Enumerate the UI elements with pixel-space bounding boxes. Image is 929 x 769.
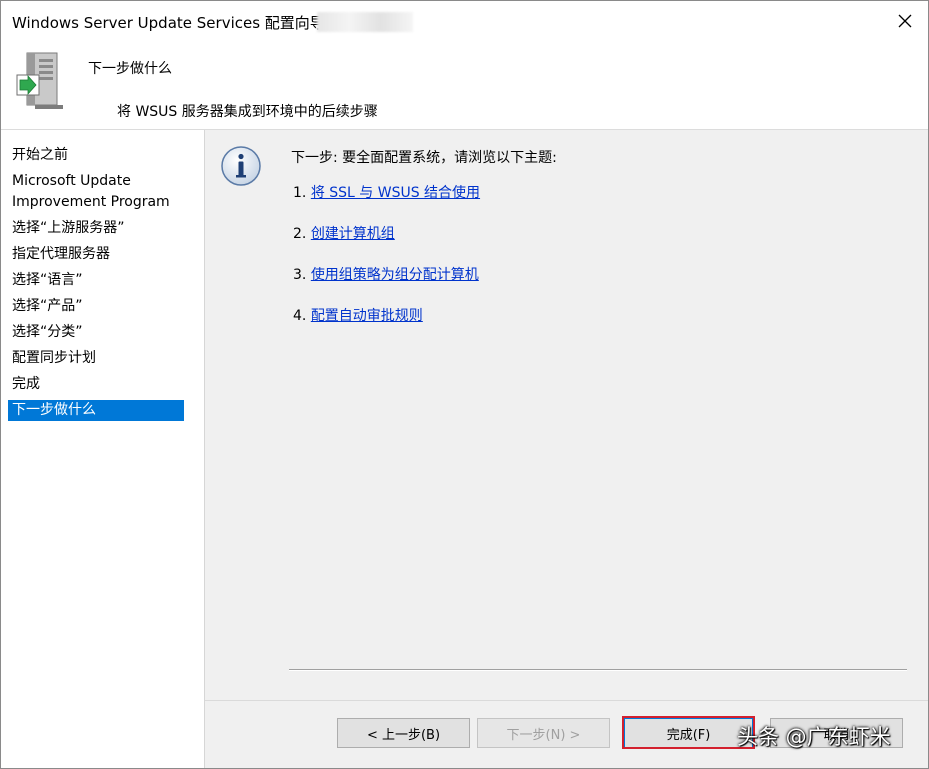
sidebar-item-whats-next[interactable]: 下一步做什么	[8, 400, 184, 421]
sidebar-item-finished[interactable]: 完成	[8, 374, 184, 395]
sidebar-item-upstream-server[interactable]: 选择“上游服务器”	[8, 218, 184, 239]
sidebar-item-products[interactable]: 选择“产品”	[8, 296, 184, 317]
sidebar-item-languages[interactable]: 选择“语言”	[8, 270, 184, 291]
header-subtitle: 将 WSUS 服务器集成到环境中的后续步骤	[117, 104, 378, 120]
step-1: 1. 将 SSL 与 WSUS 结合使用	[293, 182, 480, 202]
finish-highlight-box	[622, 716, 755, 749]
sidebar-item-improvement-program[interactable]: Microsoft Update Improvement Program	[8, 171, 184, 213]
window-title: Windows Server Update Services 配置向导	[12, 14, 325, 32]
step-number: 1.	[293, 185, 307, 201]
link-ssl-wsus[interactable]: 将 SSL 与 WSUS 结合使用	[311, 185, 480, 201]
step-3: 3. 使用组策略为组分配计算机	[293, 264, 479, 284]
header-title: 下一步做什么	[88, 61, 172, 77]
content-divider	[289, 669, 907, 671]
sidebar-item-before-you-begin[interactable]: 开始之前	[8, 145, 184, 166]
wizard-step-list: 开始之前 Microsoft Update Improvement Progra…	[1, 130, 205, 768]
info-icon	[221, 146, 261, 186]
back-button[interactable]: < 上一步(B)	[337, 718, 470, 748]
close-icon	[898, 14, 912, 28]
step-number: 2.	[293, 226, 307, 242]
step-2: 2. 创建计算机组	[293, 223, 395, 243]
step-4: 4. 配置自动审批规则	[293, 305, 423, 325]
sidebar-item-classifications[interactable]: 选择“分类”	[8, 322, 184, 343]
watermark: 头条 @广东虾米	[737, 725, 891, 749]
link-create-computer-groups[interactable]: 创建计算机组	[311, 226, 395, 242]
link-group-policy-assign[interactable]: 使用组策略为组分配计算机	[311, 267, 479, 283]
step-number: 4.	[293, 308, 307, 324]
title-redaction	[317, 12, 413, 32]
wizard-window: Windows Server Update Services 配置向导 下一步做…	[0, 0, 929, 769]
wizard-content: 下一步: 要全面配置系统，请浏览以下主题: 1. 将 SSL 与 WSUS 结合…	[205, 130, 928, 768]
sidebar-item-proxy-server[interactable]: 指定代理服务器	[8, 244, 184, 265]
sidebar-item-sync-schedule[interactable]: 配置同步计划	[8, 348, 184, 369]
step-number: 3.	[293, 267, 307, 283]
server-update-icon	[16, 52, 63, 109]
title-bar: Windows Server Update Services 配置向导	[1, 1, 928, 41]
wizard-header: 下一步做什么 将 WSUS 服务器集成到环境中的后续步骤	[1, 41, 928, 130]
next-button[interactable]: 下一步(N) >	[477, 718, 610, 748]
link-auto-approval-rules[interactable]: 配置自动审批规则	[311, 308, 423, 324]
next-steps-intro: 下一步: 要全面配置系统，请浏览以下主题:	[291, 150, 557, 166]
close-button[interactable]	[882, 1, 928, 41]
